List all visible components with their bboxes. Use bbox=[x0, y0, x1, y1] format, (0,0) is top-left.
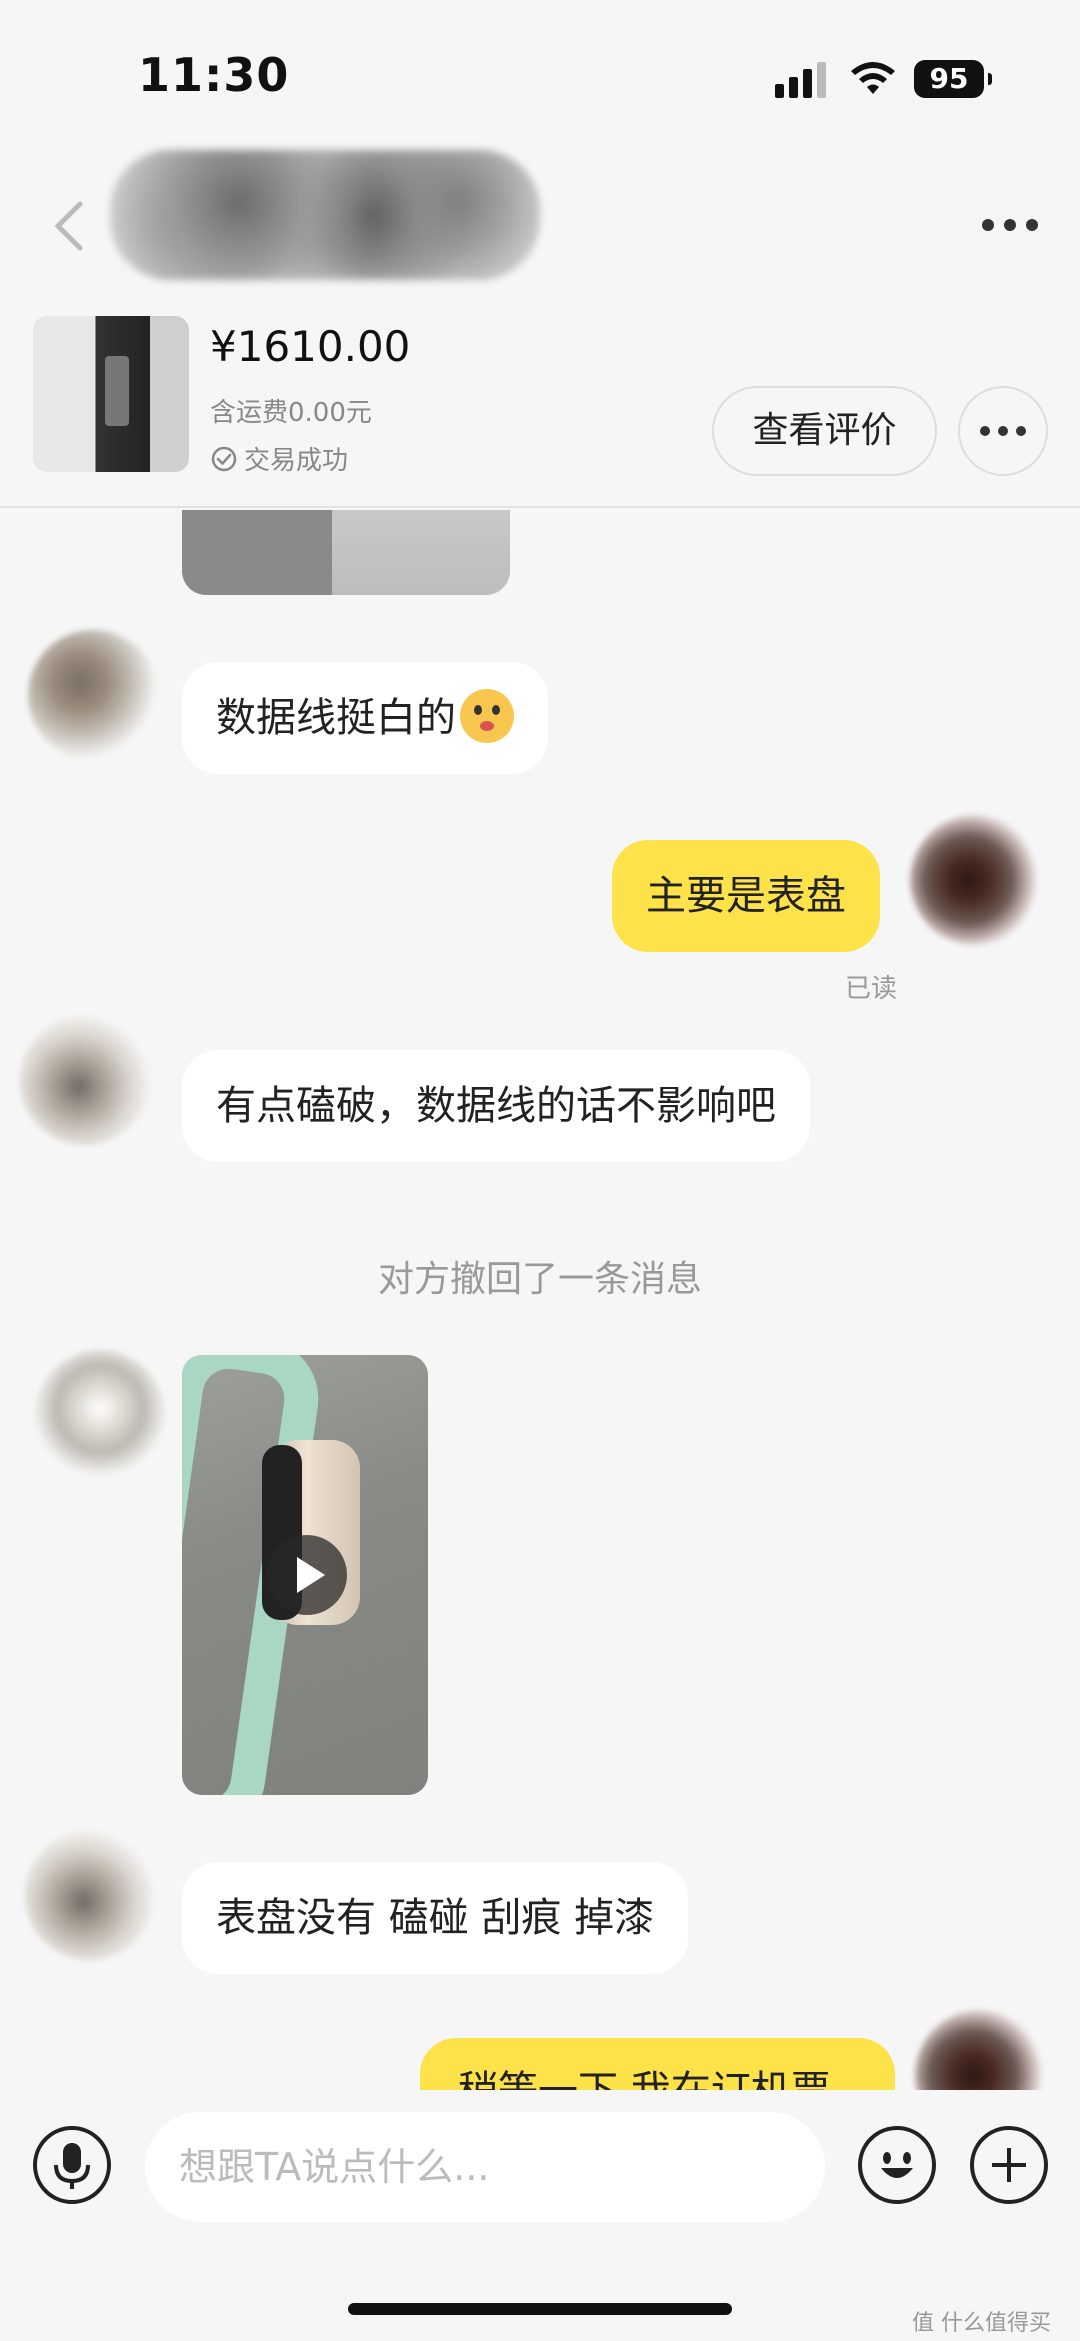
avatar-self[interactable] bbox=[910, 815, 1040, 945]
avatar-other[interactable] bbox=[28, 630, 158, 760]
avatar-other[interactable] bbox=[35, 1350, 165, 1480]
message-text: 主要是表盘 bbox=[646, 873, 846, 919]
shushing-face-emoji-icon bbox=[460, 689, 514, 743]
message-bubble-right-partial[interactable]: 稍等一下 我在订机票 bbox=[420, 2038, 895, 2090]
product-thumbnail[interactable] bbox=[33, 316, 189, 472]
contact-name-redacted bbox=[110, 150, 540, 280]
microphone-icon[interactable] bbox=[33, 2126, 111, 2204]
message-text: 数据线挺白的 bbox=[216, 695, 456, 741]
read-receipt: 已读 bbox=[845, 974, 898, 1004]
input-bar bbox=[0, 2090, 1080, 2240]
status-time: 11:30 bbox=[138, 48, 290, 102]
message-bubble-left[interactable]: 有点磕破，数据线的话不影响吧 bbox=[182, 1050, 810, 1162]
more-horizontal-icon[interactable] bbox=[975, 200, 1045, 250]
order-status: 交易成功 bbox=[210, 440, 348, 477]
message-bubble-left[interactable]: 数据线挺白的 bbox=[182, 662, 548, 774]
order-status-text: 交易成功 bbox=[244, 446, 349, 476]
chevron-left-icon[interactable] bbox=[50, 200, 90, 252]
emoji-icon[interactable] bbox=[858, 2126, 936, 2204]
check-circle-icon bbox=[211, 446, 237, 471]
message-text: 表盘没有 磕碰 刮痕 掉漆 bbox=[216, 1895, 655, 1941]
product-card[interactable]: ¥1610.00 含运费0.00元 交易成功 查看评价 bbox=[0, 300, 1080, 508]
watermark: 值 什么值得买 bbox=[912, 2311, 1051, 2336]
video-message[interactable] bbox=[182, 1355, 428, 1795]
status-bar: 11:30 95 bbox=[0, 0, 1080, 140]
message-text: 稍等一下 我在订机票 bbox=[458, 2058, 831, 2090]
image-message-partial[interactable] bbox=[182, 510, 510, 595]
home-indicator[interactable] bbox=[348, 2303, 732, 2315]
avatar-other[interactable] bbox=[25, 1830, 155, 1960]
product-more-button[interactable] bbox=[958, 386, 1048, 476]
play-icon[interactable] bbox=[267, 1535, 347, 1615]
message-input[interactable] bbox=[145, 2112, 825, 2222]
view-review-button[interactable]: 查看评价 bbox=[712, 386, 937, 476]
cellular-signal-icon bbox=[775, 62, 826, 98]
message-bubble-left[interactable]: 表盘没有 磕碰 刮痕 掉漆 bbox=[182, 1862, 689, 1974]
plus-icon[interactable] bbox=[970, 2126, 1048, 2204]
battery-indicator: 95 bbox=[914, 60, 992, 98]
message-text: 有点磕破，数据线的话不影响吧 bbox=[216, 1083, 776, 1129]
chat-area[interactable]: 数据线挺白的 主要是表盘 已读 有点磕破，数据线的话不影响吧 对方撤回了一条消息… bbox=[0, 510, 1080, 2090]
system-message-recalled: 对方撤回了一条消息 bbox=[377, 1259, 702, 1300]
product-price: ¥1610.00 bbox=[210, 322, 411, 371]
avatar-self[interactable] bbox=[915, 2010, 1045, 2090]
avatar-other[interactable] bbox=[20, 1015, 150, 1145]
shipping-fee: 含运费0.00元 bbox=[210, 398, 372, 428]
message-bubble-right[interactable]: 主要是表盘 bbox=[612, 840, 880, 952]
wifi-icon bbox=[851, 62, 895, 94]
